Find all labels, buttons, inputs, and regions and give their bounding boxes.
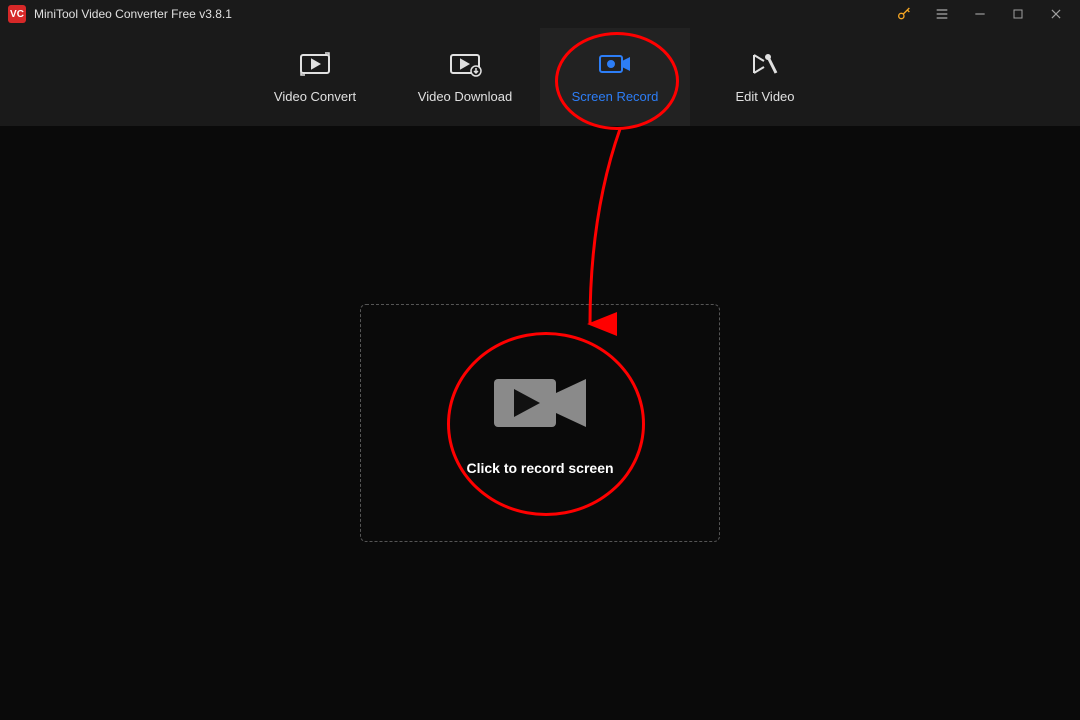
content-area: Click to record screen: [0, 126, 1080, 720]
edit-icon: [748, 51, 782, 77]
close-button[interactable]: [1046, 4, 1066, 24]
nav-label: Video Download: [418, 89, 512, 104]
top-nav: Video Convert Video Download Screen Reco…: [0, 28, 1080, 126]
nav-label: Edit Video: [735, 89, 794, 104]
nav-label: Video Convert: [274, 89, 356, 104]
app-logo-icon: VC: [8, 5, 26, 23]
window-controls: [894, 4, 1072, 24]
nav-edit-video[interactable]: Edit Video: [690, 28, 840, 126]
maximize-button[interactable]: [1008, 4, 1028, 24]
nav-video-download[interactable]: Video Download: [390, 28, 540, 126]
camera-icon: [490, 371, 590, 440]
screen-record-icon: [598, 51, 632, 77]
nav-video-convert[interactable]: Video Convert: [240, 28, 390, 126]
minimize-button[interactable]: [970, 4, 990, 24]
key-icon[interactable]: [894, 4, 914, 24]
convert-icon: [298, 51, 332, 77]
menu-icon[interactable]: [932, 4, 952, 24]
record-screen-dropzone[interactable]: Click to record screen: [360, 304, 720, 542]
nav-screen-record[interactable]: Screen Record: [540, 28, 690, 126]
app-title: MiniTool Video Converter Free v3.8.1: [34, 7, 894, 21]
nav-label: Screen Record: [572, 89, 659, 104]
dropzone-label: Click to record screen: [466, 460, 613, 476]
titlebar: VC MiniTool Video Converter Free v3.8.1: [0, 0, 1080, 28]
download-icon: [448, 51, 482, 77]
